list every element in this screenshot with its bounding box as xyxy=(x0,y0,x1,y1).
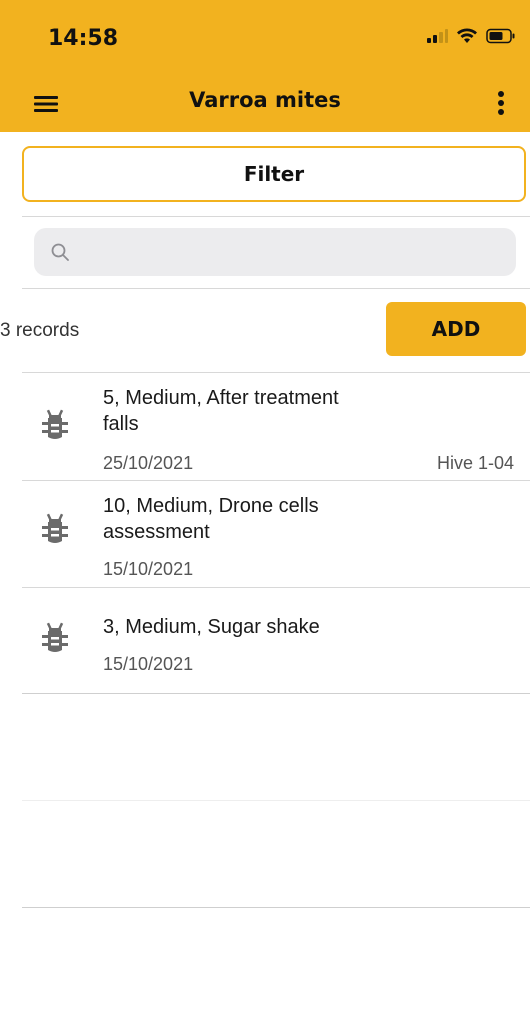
list-item[interactable]: 5, Medium, After treatment falls 25/10/2… xyxy=(0,373,530,480)
bug-icon xyxy=(42,409,68,439)
search-input[interactable] xyxy=(80,228,516,276)
record-date: 15/10/2021 xyxy=(103,654,194,674)
list-item[interactable]: 3, Medium, Sugar shake 15/10/2021 xyxy=(0,588,530,693)
add-record-button[interactable]: ADD xyxy=(386,302,526,356)
more-vertical-icon[interactable] xyxy=(494,88,508,118)
page-title: Varroa mites xyxy=(189,88,341,112)
records-count: 3 records xyxy=(0,320,80,341)
cellular-signal-icon xyxy=(427,29,448,43)
record-title: 10, Medium, Drone cells assessment xyxy=(103,495,319,543)
status-icons xyxy=(426,26,516,46)
status-bar: 14:58 xyxy=(0,0,530,74)
list-item[interactable]: 10, Medium, Drone cells assessment 15/10… xyxy=(0,481,530,587)
wifi-icon xyxy=(457,28,477,43)
status-time: 14:58 xyxy=(48,26,119,51)
filter-button[interactable]: Filter xyxy=(22,146,526,202)
bug-icon xyxy=(42,513,68,543)
search-icon xyxy=(51,243,69,261)
divider xyxy=(22,907,530,908)
record-hive: Hive 1-04 xyxy=(436,453,514,473)
record-title: 5, Medium, After treatment falls xyxy=(103,387,339,435)
nav-bar: Varroa mites xyxy=(0,74,530,132)
divider xyxy=(22,288,530,289)
divider xyxy=(22,800,530,801)
record-date: 15/10/2021 xyxy=(103,559,194,579)
divider xyxy=(22,216,530,217)
battery-icon xyxy=(486,28,515,44)
record-title: 3, Medium, Sugar shake xyxy=(103,616,320,638)
bug-icon xyxy=(42,622,68,652)
record-date: 25/10/2021 xyxy=(103,453,194,473)
search-field[interactable] xyxy=(34,228,516,276)
divider xyxy=(22,693,530,694)
